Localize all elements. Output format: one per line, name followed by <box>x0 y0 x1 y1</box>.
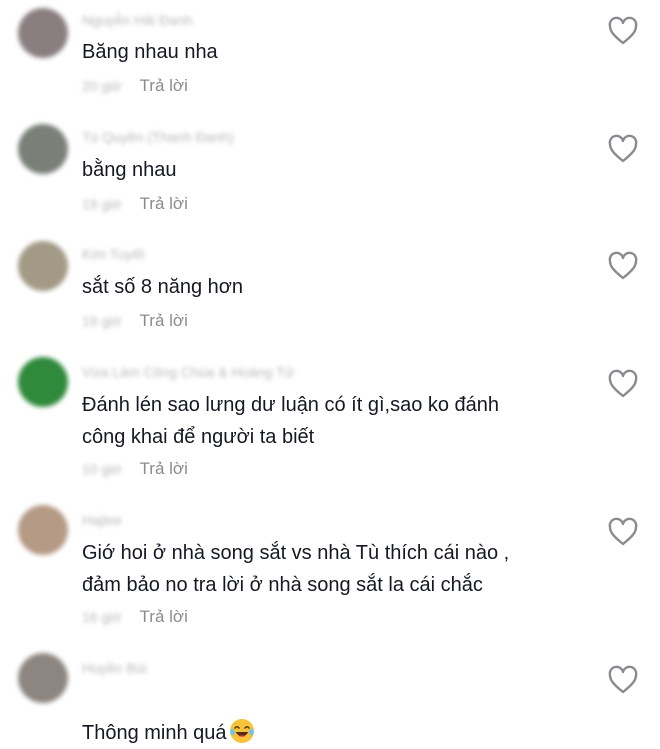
comment-text: Đánh lén sao lưng dư luận có ít gì,sao k… <box>82 394 500 448</box>
comment-text-content: Thông minh quá <box>82 722 227 744</box>
comment-time: 16 giờ <box>82 609 122 625</box>
heart-outline-icon[interactable] <box>607 16 639 46</box>
comment-text: sắt số 8 năng hơn <box>82 276 244 298</box>
heart-outline-icon[interactable] <box>607 251 639 281</box>
comment-meta: 10 giờ Trả lời <box>82 459 188 479</box>
comment-text: Thông minh quá <box>82 685 255 749</box>
laughing-tears-emoji <box>229 719 254 743</box>
reply-button[interactable]: Trả lời <box>140 311 188 331</box>
comment-author[interactable]: Vừa Làm Công Chúa & Hoàng Tử <box>82 364 294 380</box>
avatar[interactable] <box>18 124 68 174</box>
avatar[interactable] <box>18 653 68 703</box>
heart-outline-icon[interactable] <box>607 134 639 164</box>
reply-button[interactable]: Trả lời <box>140 459 188 479</box>
avatar[interactable] <box>18 8 68 58</box>
reply-button[interactable]: Trả lời <box>140 76 188 96</box>
comment-text: Băng nhau nha <box>82 41 218 63</box>
heart-outline-icon[interactable] <box>607 665 639 695</box>
avatar[interactable] <box>18 505 68 555</box>
avatar[interactable] <box>18 241 68 291</box>
comment-text: Giớ hoi ở nhà song sắt vs nhà Tù thích c… <box>82 542 510 596</box>
comment-meta: 16 giờ Trả lời <box>82 607 188 627</box>
comment-meta: 20 giờ Trả lời <box>82 76 188 96</box>
comment-author[interactable]: Tú Quyền (Thanh Đanh) <box>82 129 234 145</box>
heart-outline-icon[interactable] <box>607 369 639 399</box>
comment-time: 19 giờ <box>82 313 122 329</box>
comment-time: 20 giờ <box>82 78 122 94</box>
comment-author[interactable]: Huyền Bùi <box>82 660 147 676</box>
comment-time: 19 giờ <box>82 196 122 212</box>
reply-button[interactable]: Trả lời <box>140 607 188 627</box>
comment-meta: 19 giờ Trả lời <box>82 311 188 331</box>
comment-time: 10 giờ <box>82 461 122 477</box>
heart-outline-icon[interactable] <box>607 517 639 547</box>
comment-author[interactable]: Nguyễn Hải Đanh <box>82 12 193 28</box>
reply-button[interactable]: Trả lời <box>140 194 188 214</box>
comment-text: bằng nhau <box>82 159 177 181</box>
comment-meta: 19 giờ Trả lời <box>82 194 188 214</box>
comment-author[interactable]: Hajlee <box>82 512 122 528</box>
comment-author[interactable]: Kim Tuyết <box>82 246 144 262</box>
avatar[interactable] <box>18 357 68 407</box>
